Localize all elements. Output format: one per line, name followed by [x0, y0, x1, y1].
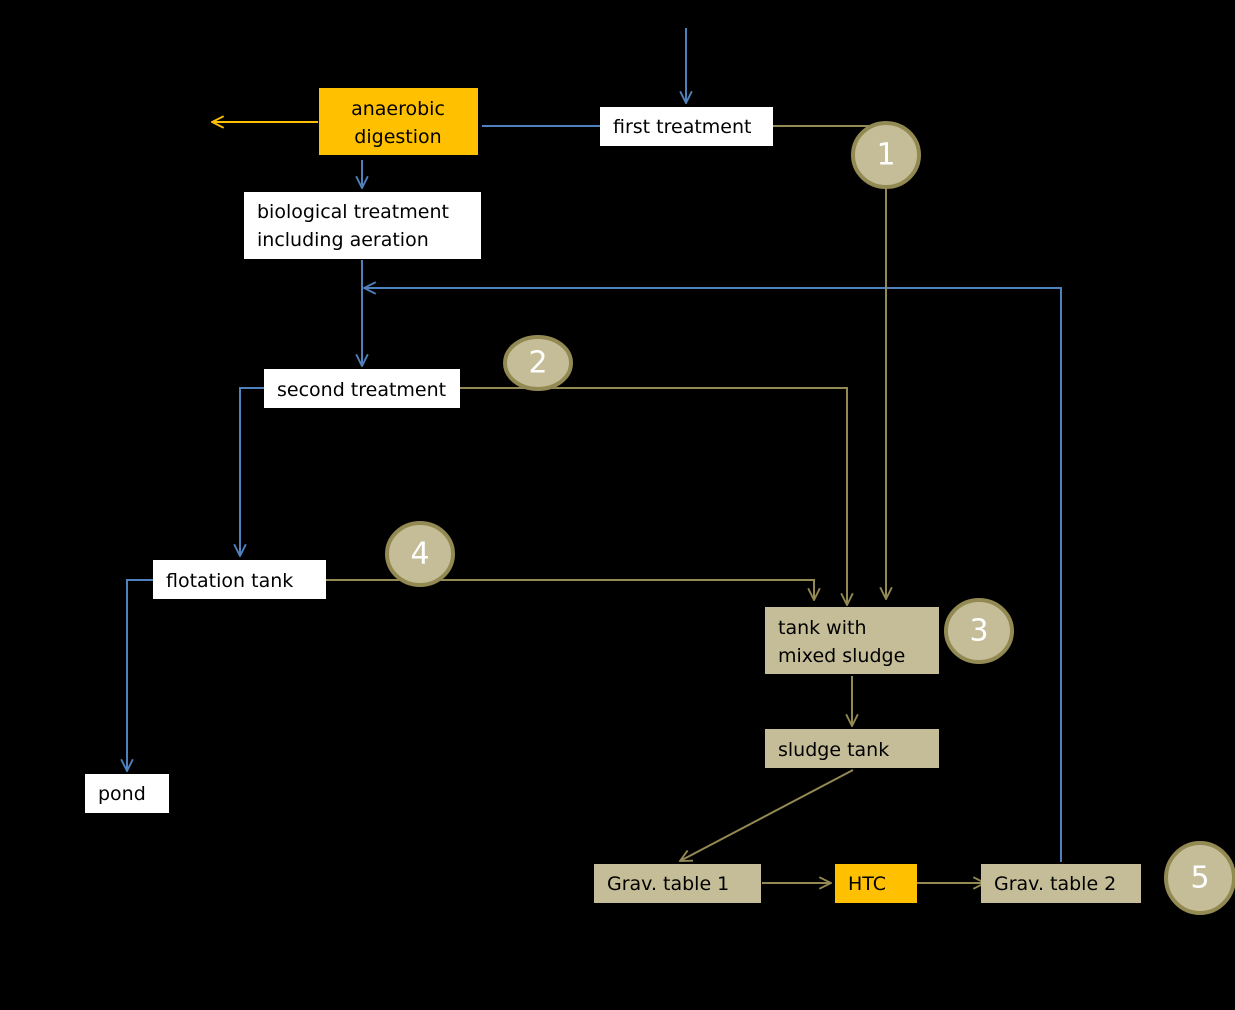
- process-flow-diagram: anaerobic digestion first treatment biol…: [85, 28, 1235, 915]
- second-to-flotation-arrow: [240, 387, 264, 556]
- anaerobic-digestion-box: anaerobic digestion: [319, 88, 478, 155]
- label: first treatment: [613, 116, 751, 138]
- second-treatment-box: second treatment: [264, 369, 460, 408]
- label: anaerobic: [351, 98, 445, 120]
- grav2-return-arrow: [364, 288, 1062, 862]
- label: flotation tank: [166, 570, 293, 592]
- svg-text:5: 5: [1190, 861, 1209, 896]
- grav-table-2-box: Grav. table 2: [981, 864, 1141, 903]
- label: HTC: [848, 873, 886, 895]
- marker-4: 4: [385, 521, 455, 587]
- biological-treatment-box: biological treatment including aeration: [244, 192, 481, 259]
- svg-text:2: 2: [528, 346, 547, 381]
- marker-5: 5: [1164, 841, 1235, 915]
- tank-mixed-sludge-box: tank with mixed sludge: [765, 607, 939, 674]
- label: including aeration: [257, 229, 429, 251]
- sludge-tank-box: sludge tank: [765, 729, 939, 768]
- flotation-to-pond-arrow: [127, 579, 153, 771]
- label: sludge tank: [778, 739, 889, 761]
- pond-box: pond: [85, 774, 169, 813]
- sludge-to-grav1-arrow: [680, 769, 854, 861]
- svg-text:3: 3: [969, 614, 988, 649]
- marker-1: 1: [851, 121, 921, 189]
- svg-text:4: 4: [410, 537, 429, 572]
- first-treatment-box: first treatment: [600, 107, 773, 146]
- label: digestion: [354, 126, 441, 148]
- svg-text:1: 1: [876, 138, 895, 173]
- label: Grav. table 2: [994, 873, 1116, 895]
- label: pond: [98, 783, 146, 805]
- marker-3: 3: [944, 598, 1014, 664]
- htc-box: HTC: [835, 864, 917, 903]
- label: second treatment: [277, 379, 446, 401]
- label: tank with: [778, 617, 867, 639]
- grav-table-1-box: Grav. table 1: [594, 864, 761, 903]
- flotation-to-mixed-arrow: [326, 579, 814, 600]
- marker-2: 2: [503, 335, 573, 391]
- label: mixed sludge: [778, 645, 905, 667]
- second-to-mixed-arrow: [460, 387, 847, 605]
- label: biological treatment: [257, 201, 449, 223]
- label: Grav. table 1: [607, 873, 729, 895]
- flotation-tank-box: flotation tank: [153, 560, 326, 599]
